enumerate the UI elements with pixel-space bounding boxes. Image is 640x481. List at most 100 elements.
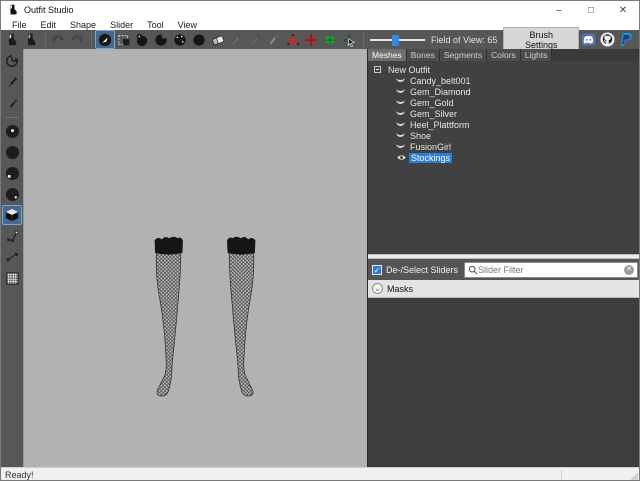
color-brush-icon[interactable] (246, 31, 264, 48)
menu-tool[interactable]: Tool (140, 20, 171, 30)
redo-icon[interactable] (68, 31, 86, 48)
left-toolbar (1, 49, 23, 467)
tree-root-row[interactable]: New Outfit (368, 64, 640, 75)
close-button[interactable]: ✕ (607, 1, 639, 19)
smooth-brush-icon[interactable] (190, 31, 208, 48)
title-bar: Outfit Studio – □ ✕ (1, 1, 639, 19)
slider-list-empty-area (368, 298, 640, 467)
visibility-hidden-icon[interactable] (396, 121, 405, 126)
minimize-button[interactable]: – (543, 1, 575, 19)
visibility-hidden-icon[interactable] (396, 99, 405, 104)
toolbar-separator (45, 33, 46, 47)
field-of-view-label: Field of View: 65 (431, 35, 497, 45)
mesh-item-label[interactable]: Shoe (408, 131, 433, 141)
visibility-hidden-icon[interactable] (396, 132, 405, 137)
mesh-item-label[interactable]: Gem_Diamond (408, 87, 473, 97)
field-of-view-slider[interactable] (370, 34, 425, 46)
mesh-item-label[interactable]: Gem_Gold (408, 98, 456, 108)
visibility-hidden-icon[interactable] (396, 143, 405, 148)
menu-slider[interactable]: Slider (103, 20, 140, 30)
tree-row[interactable]: Gem_Gold (368, 97, 640, 108)
tree-row[interactable]: FusionGirl (368, 141, 640, 152)
status-bar: Ready! (1, 467, 639, 481)
right-panel: Meshes Bones Segments Colors Lights New … (367, 49, 640, 467)
outfit-studio-window: Outfit Studio – □ ✕ File Edit Shape Slid… (0, 0, 640, 481)
global-brush-icon[interactable] (3, 94, 21, 112)
select-tool-icon[interactable] (96, 31, 114, 48)
menu-shape[interactable]: Shape (63, 20, 103, 30)
mesh-item-label[interactable]: Candy_belt001 (408, 76, 473, 86)
deselect-sliders-label[interactable]: De-/Select Sliders (386, 265, 458, 275)
tab-bones[interactable]: Bones (407, 49, 440, 61)
tab-segments[interactable]: Segments (440, 49, 487, 61)
visibility-hidden-icon[interactable] (396, 88, 405, 93)
tab-lights[interactable]: Lights (521, 49, 553, 61)
brush-falloff-left-icon[interactable] (3, 164, 21, 182)
tree-row[interactable]: Heel_Plattform (368, 119, 640, 130)
slider-filter-input[interactable] (478, 265, 624, 275)
tab-colors[interactable]: Colors (487, 49, 521, 61)
deselect-sliders-checkbox[interactable]: ✓ (372, 265, 382, 275)
slider-filter-box[interactable]: ✕ (464, 262, 638, 278)
brush-falloff-center-icon[interactable] (3, 122, 21, 140)
tab-meshes[interactable]: Meshes (368, 49, 407, 61)
tree-row[interactable]: Candy_belt001 (368, 75, 640, 86)
masks-section-header[interactable]: ⌄ Masks (368, 280, 640, 298)
slider-controls-row: ✓ De-/Select Sliders ✕ (368, 259, 640, 280)
undiff-brush-icon[interactable] (209, 31, 227, 48)
load-outfit-icon[interactable] (3, 31, 21, 48)
deflate-brush-icon[interactable] (152, 31, 170, 48)
move-vertex-icon[interactable] (340, 31, 358, 48)
visibility-visible-icon[interactable] (396, 153, 407, 163)
stockings-mesh[interactable] (150, 232, 260, 400)
maximize-button[interactable]: □ (575, 1, 607, 19)
left-toolbar-separator (5, 117, 19, 118)
mesh-item-label[interactable]: Heel_Plattform (408, 120, 472, 130)
clear-filter-icon[interactable]: ✕ (624, 265, 634, 275)
flip-edge-icon[interactable] (302, 31, 320, 48)
brush-falloff-right-icon[interactable] (3, 185, 21, 203)
show-wireframe-icon[interactable] (3, 269, 21, 287)
collapse-vertex-icon[interactable] (284, 31, 302, 48)
resize-grip[interactable] (629, 472, 638, 481)
mesh-item-label[interactable]: Gem_Silver (408, 109, 459, 119)
collapse-icon[interactable] (374, 66, 381, 73)
menu-edit[interactable]: Edit (34, 20, 64, 30)
show-vertices-icon[interactable] (3, 227, 21, 245)
paypal-icon[interactable] (617, 31, 635, 48)
main-toolbar: Field of View: 65 Brush Settings (1, 30, 639, 49)
load-reference-icon[interactable] (22, 31, 40, 48)
mesh-item-label[interactable]: Stockings (409, 153, 452, 163)
mask-brush-icon[interactable] (115, 31, 133, 48)
visibility-hidden-icon[interactable] (396, 110, 405, 115)
brush-falloff-full-icon[interactable] (3, 143, 21, 161)
menu-file[interactable]: File (5, 20, 34, 30)
search-icon (468, 265, 478, 275)
viewport-3d[interactable] (23, 49, 367, 467)
toolbar-separator (91, 33, 92, 47)
tree-root-label[interactable]: New Outfit (386, 65, 432, 75)
pin-vertices-icon[interactable] (3, 73, 21, 91)
visibility-hidden-icon[interactable] (396, 77, 405, 82)
tree-row[interactable]: Gem_Diamond (368, 86, 640, 97)
discord-icon[interactable] (579, 31, 597, 48)
slider-handle[interactable] (392, 35, 399, 46)
inflate-brush-icon[interactable] (134, 31, 152, 48)
undo-icon[interactable] (50, 31, 68, 48)
status-text: Ready! (5, 470, 34, 480)
menu-view[interactable]: View (171, 20, 204, 30)
show-nodes-icon[interactable] (3, 248, 21, 266)
github-icon[interactable] (598, 31, 616, 48)
toolbar-separator (363, 33, 364, 47)
perspective-view-icon[interactable] (3, 206, 21, 224)
tree-row-selected[interactable]: Stockings (368, 152, 640, 163)
rotation-center-icon[interactable] (3, 52, 21, 70)
alpha-brush-icon[interactable] (265, 31, 283, 48)
move-brush-icon[interactable] (171, 31, 189, 48)
tree-row[interactable]: Shoe (368, 130, 640, 141)
tree-row[interactable]: Gem_Silver (368, 108, 640, 119)
mesh-item-label[interactable]: FusionGirl (408, 142, 453, 152)
split-edge-icon[interactable] (321, 31, 339, 48)
chevron-down-icon[interactable]: ⌄ (372, 283, 383, 294)
weight-brush-icon[interactable] (227, 31, 245, 48)
